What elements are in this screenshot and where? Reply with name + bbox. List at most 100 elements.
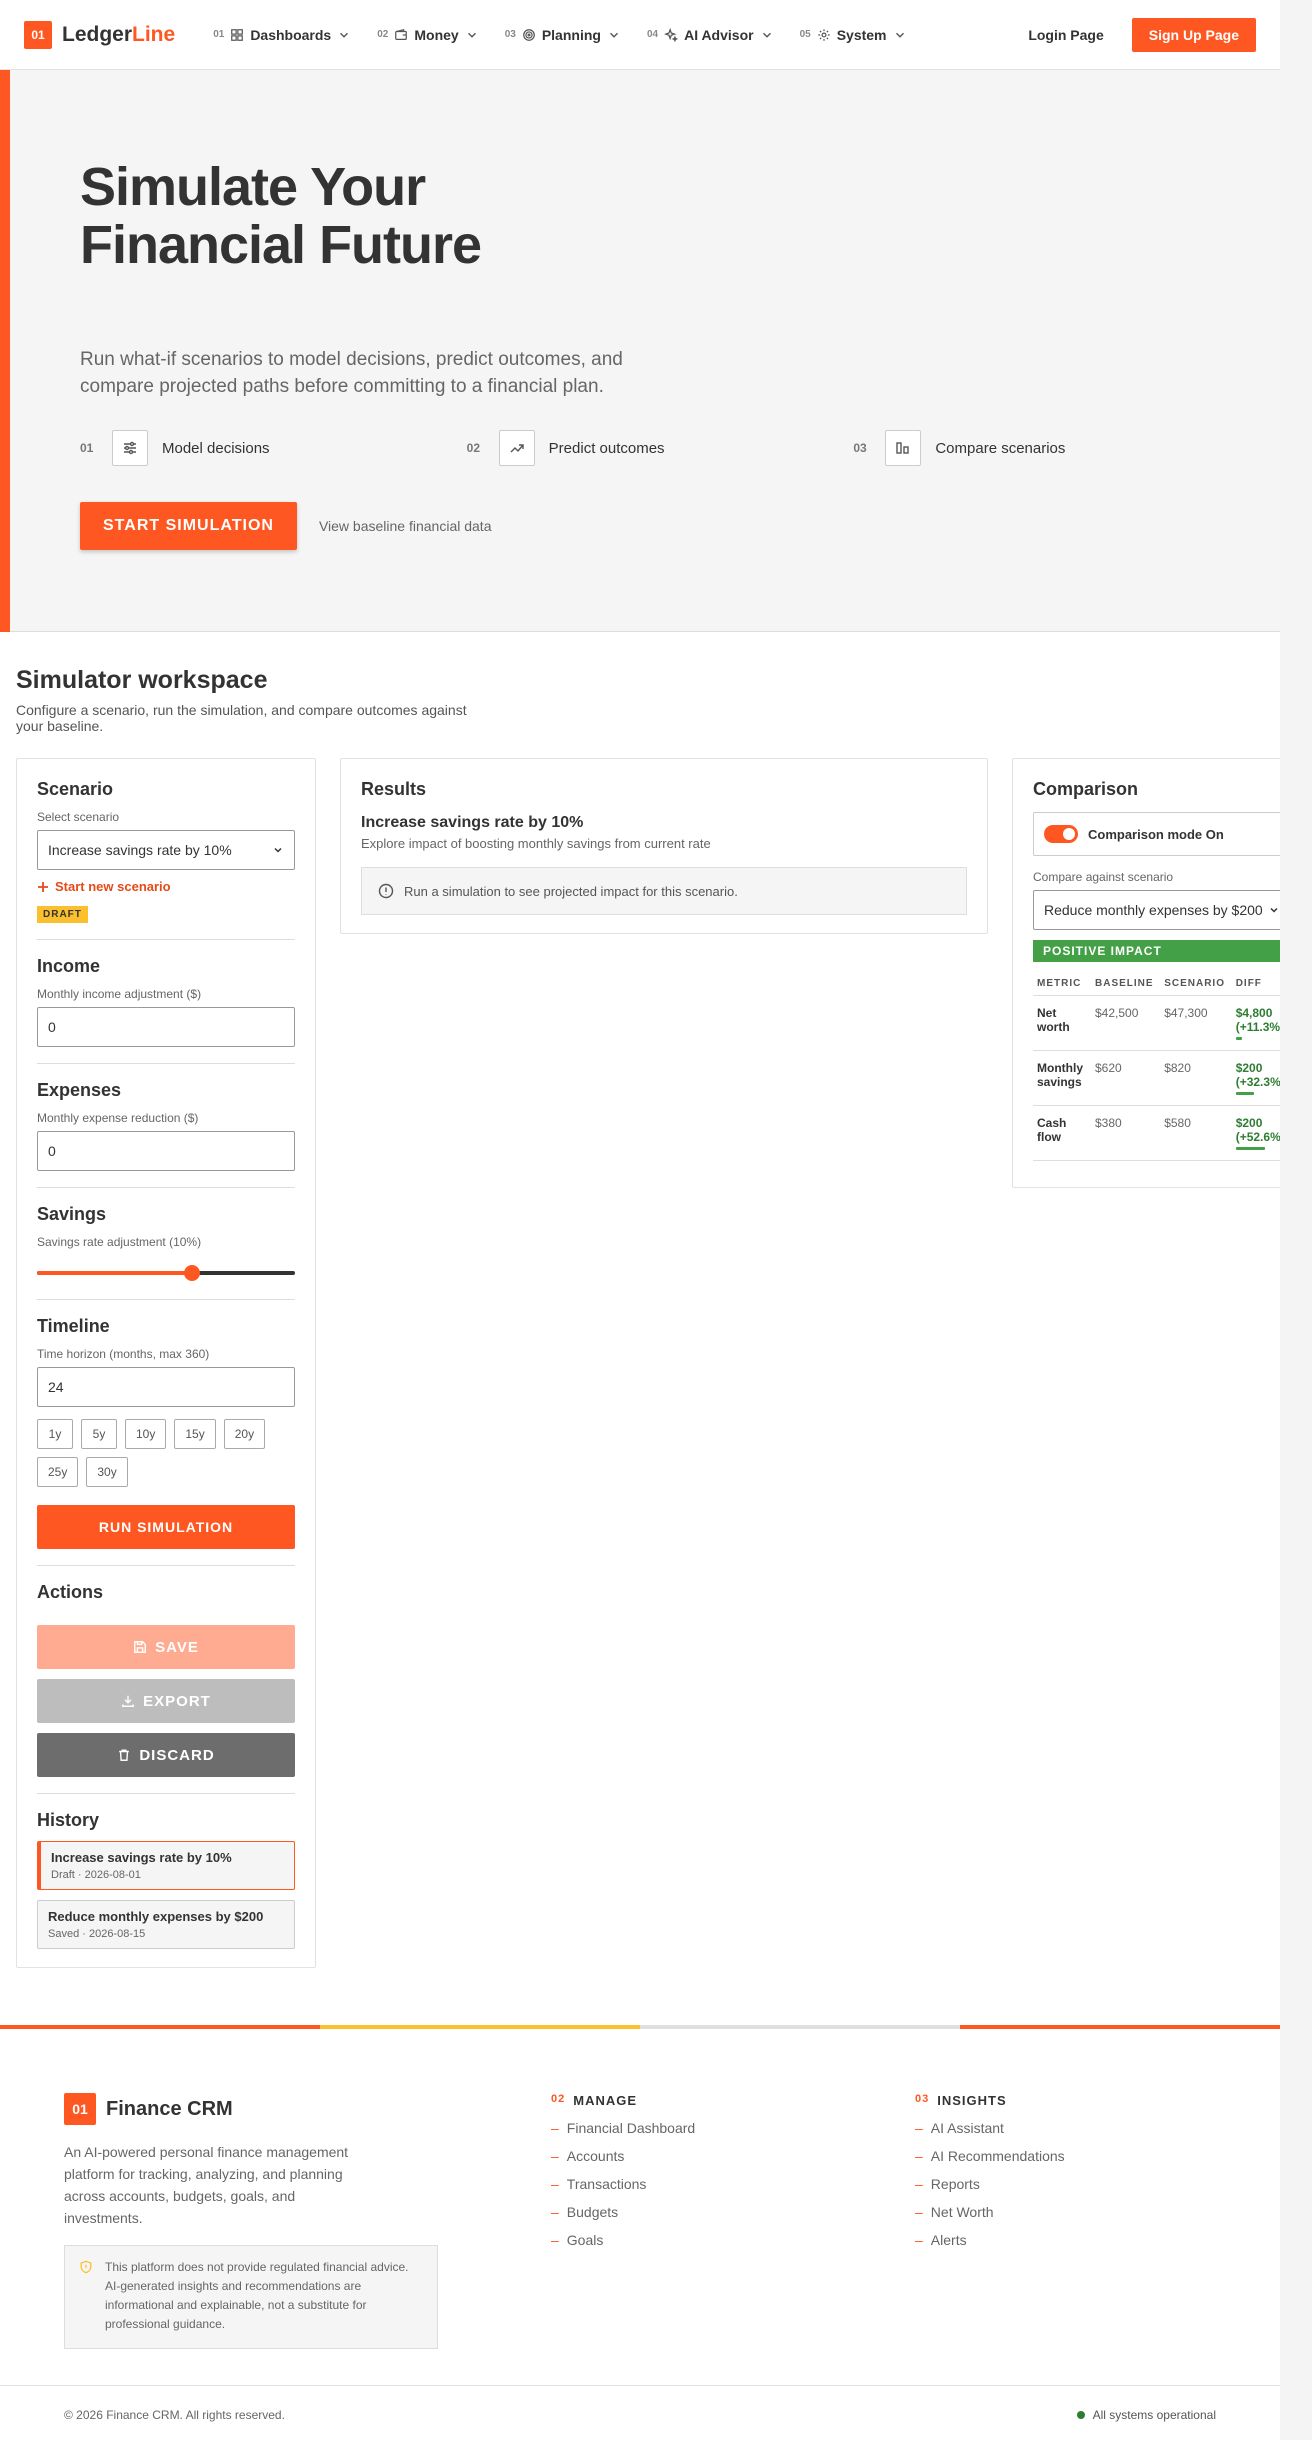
feature-label: Predict outcomes [548, 439, 665, 457]
actions-heading: Actions [37, 1582, 104, 1602]
scenario-heading: Scenario [37, 779, 114, 799]
page: 01 LedgerLine 01 Dashboards 02 Money 03 … [0, 0, 1312, 2440]
info-icon [378, 883, 394, 899]
income-heading: Income [37, 956, 101, 976]
preset-10y[interactable]: 10y [125, 1419, 167, 1449]
view-baseline-link[interactable]: View baseline financial data [319, 518, 492, 534]
page-gutter [1280, 0, 1312, 2440]
login-link[interactable]: Login Page [1028, 27, 1103, 43]
table-row: Cash flow $380 $580 $200 (+52.6%) [1033, 1105, 1291, 1161]
preset-30y[interactable]: 30y [86, 1457, 128, 1487]
history-item[interactable]: Reduce monthly expenses by $200 Saved · … [37, 1900, 295, 1949]
nav-item-planning[interactable]: 03 Planning [505, 27, 621, 43]
preset-25y[interactable]: 25y [37, 1457, 79, 1487]
footer-link[interactable]: – Transactions [551, 2176, 695, 2192]
logo-badge: 01 [24, 20, 52, 49]
start-new-scenario-link[interactable]: Start new scenario [37, 879, 295, 894]
compare-scenario-select[interactable]: Reduce monthly expenses by $200 [1033, 890, 1291, 930]
sliders-icon [112, 430, 148, 466]
footer-link[interactable]: – AI Recommendations [915, 2148, 1065, 2164]
copyright: © 2026 Finance CRM. All rights reserved. [64, 2408, 285, 2422]
expenses-heading: Expenses [37, 1080, 122, 1100]
comparison-mode-toggle[interactable]: Comparison mode On [1033, 812, 1291, 856]
chevron-down-icon [895, 32, 904, 38]
nav-item-money[interactable]: 02 Money [377, 27, 478, 43]
export-button[interactable]: EXPORT [37, 1679, 295, 1723]
footer-link[interactable]: – AI Assistant [915, 2120, 1065, 2136]
footer-link[interactable]: – Budgets [551, 2204, 695, 2220]
logo-text: LedgerLine [62, 22, 176, 46]
toggle-switch[interactable] [1044, 825, 1078, 843]
preset-15y[interactable]: 15y [174, 1419, 216, 1449]
footer-manage-column: 02 MANAGE – Financial Dashboard – Accounts … [551, 2093, 696, 2248]
scenario-select[interactable]: Increase savings rate by 10% [37, 830, 295, 870]
income-adjustment-input[interactable]: 0 [37, 1007, 295, 1047]
results-scenario-title: Increase savings rate by 10% [361, 814, 584, 831]
chevron-down-icon [274, 847, 282, 853]
top-nav: 01 LedgerLine 01 Dashboards 02 Money 03 … [0, 0, 1280, 70]
slider-thumb[interactable] [183, 1265, 200, 1281]
footer-link[interactable]: – Alerts [915, 2232, 1065, 2248]
comparison-panel: Comparison Comparison mode On Compare ag… [1012, 758, 1312, 1188]
hero-features: 01 Model decisions 02 Predict outcomes 0… [80, 430, 1240, 466]
select-scenario-label: Select scenario [37, 810, 120, 824]
results-heading: Results [361, 779, 427, 799]
footer-link[interactable]: – Financial Dashboard [551, 2120, 695, 2136]
footer-link[interactable]: – Accounts [551, 2148, 695, 2164]
timeline-label: Time horizon (months, max 360) [37, 1347, 210, 1361]
trash-icon [119, 1749, 130, 1761]
timeline-heading: Timeline [37, 1316, 110, 1336]
preset-1y[interactable]: 1y [37, 1419, 73, 1449]
time-horizon-input[interactable]: 24 [37, 1367, 295, 1407]
workspace-subtitle: Configure a scenario, run the simulation… [16, 702, 467, 734]
comparison-heading: Comparison [1033, 779, 1139, 799]
column-header: BASELINE [1091, 972, 1161, 996]
trend-up-icon [498, 430, 535, 466]
history-heading: History [37, 1810, 100, 1830]
footer-insights-column: 03 INSIGHTS – AI Assistant – AI Recommendat… [915, 2093, 1065, 2248]
preset-5y[interactable]: 5y [81, 1419, 117, 1449]
chevron-down-icon [340, 32, 349, 38]
nav-label: Money [414, 26, 459, 43]
savings-label: Savings rate adjustment (10%) [37, 1235, 202, 1249]
nav-label: System [836, 26, 887, 43]
results-empty-state: Run a simulation to see projected impact… [361, 867, 967, 915]
footer-link[interactable]: – Net Worth [915, 2204, 1065, 2220]
footer: 01 Finance CRM An AI-powered personal fi… [0, 2029, 1280, 2440]
expense-reduction-input[interactable]: 0 [37, 1131, 295, 1171]
footer-link[interactable]: – Reports [915, 2176, 1065, 2192]
results-panel: Results Increase savings rate by 10% Exp… [340, 758, 988, 934]
save-button[interactable]: SAVE [37, 1625, 295, 1669]
save-icon [134, 1641, 147, 1653]
status-dot-icon [1076, 2411, 1085, 2419]
shield-icon [80, 2260, 92, 2274]
footer-brand-name: Finance CRM [106, 2097, 233, 2120]
feature-label: Compare scenarios [935, 439, 1066, 457]
diff-bar [1235, 1092, 1254, 1095]
savings-rate-slider[interactable] [37, 1263, 295, 1283]
table-row: Net worth $42,500 $47,300 $4,800 (+11.3%) [1033, 995, 1291, 1051]
discard-button[interactable]: DISCARD [37, 1733, 295, 1777]
nav-menu: 01 Dashboards 02 Money 03 Planning 04 AI… [213, 27, 932, 43]
hero-section: Simulate Your Financial Future Run what-… [0, 70, 1280, 632]
history-item[interactable]: Increase savings rate by 10% Draft · 202… [37, 1841, 295, 1890]
nav-item-dashboards[interactable]: 01 Dashboards [213, 27, 351, 43]
signup-button[interactable]: Sign Up Page [1131, 18, 1256, 52]
nav-item-ai-advisor[interactable]: 04 AI Advisor [647, 27, 774, 43]
preset-20y[interactable]: 20y [223, 1419, 266, 1449]
nav-item-system[interactable]: 05 System [800, 27, 907, 43]
logo[interactable]: 01 LedgerLine [24, 20, 176, 49]
target-icon [522, 28, 535, 41]
plus-icon [38, 881, 48, 892]
start-simulation-button[interactable]: START SIMULATION [80, 502, 297, 550]
run-simulation-button[interactable]: RUN SIMULATION [37, 1505, 295, 1549]
slider-fill [37, 1271, 192, 1275]
footer-description: An AI-powered personal finance managemen… [64, 2144, 349, 2226]
footer-link[interactable]: – Goals [551, 2232, 695, 2248]
nav-label: Dashboards [250, 26, 332, 43]
nav-auth: Login Page Sign Up Page [1028, 18, 1256, 52]
column-header: METRIC [1033, 972, 1091, 996]
expenses-label: Monthly expense reduction ($) [37, 1111, 199, 1125]
income-label: Monthly income adjustment ($) [37, 987, 202, 1001]
hero-accent-bar [0, 70, 10, 632]
